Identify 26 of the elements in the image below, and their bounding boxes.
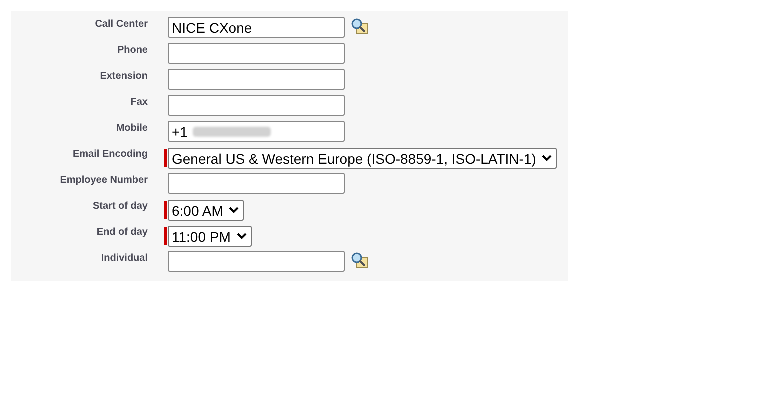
text-field[interactable] xyxy=(168,251,345,272)
field-label: Extension xyxy=(100,70,148,83)
dropdown-select[interactable]: 6:00 AM xyxy=(168,200,244,221)
text-field[interactable] xyxy=(168,43,345,64)
text-field[interactable] xyxy=(168,69,345,90)
chevron-down-icon xyxy=(229,207,240,214)
lookup-search-icon[interactable] xyxy=(351,252,369,269)
field-label: Call Center xyxy=(95,18,148,31)
field-label: Fax xyxy=(130,96,148,109)
field-label: Start of day xyxy=(92,200,148,213)
chevron-down-icon xyxy=(542,155,552,162)
field-label: Mobile xyxy=(116,122,148,135)
lookup-search-icon[interactable] xyxy=(351,18,369,35)
field-label: Individual xyxy=(101,252,148,265)
text-field[interactable] xyxy=(168,173,345,194)
dropdown-select[interactable]: 11:00 PM xyxy=(168,226,252,247)
field-label: End of day xyxy=(96,226,148,239)
chevron-down-icon xyxy=(236,233,247,240)
field-label: Phone xyxy=(117,44,148,57)
field-value: +1 xyxy=(172,124,188,140)
field-label: Email Encoding xyxy=(72,148,148,161)
text-field[interactable] xyxy=(168,95,345,116)
text-field[interactable]: +1 xyxy=(168,121,345,142)
field-label: Employee Number xyxy=(60,174,148,187)
text-field[interactable]: NICE CXone xyxy=(168,17,345,38)
dropdown-select[interactable]: General US & Western Europe (ISO-8859-1, ISO-LATIN-1) xyxy=(168,148,558,169)
